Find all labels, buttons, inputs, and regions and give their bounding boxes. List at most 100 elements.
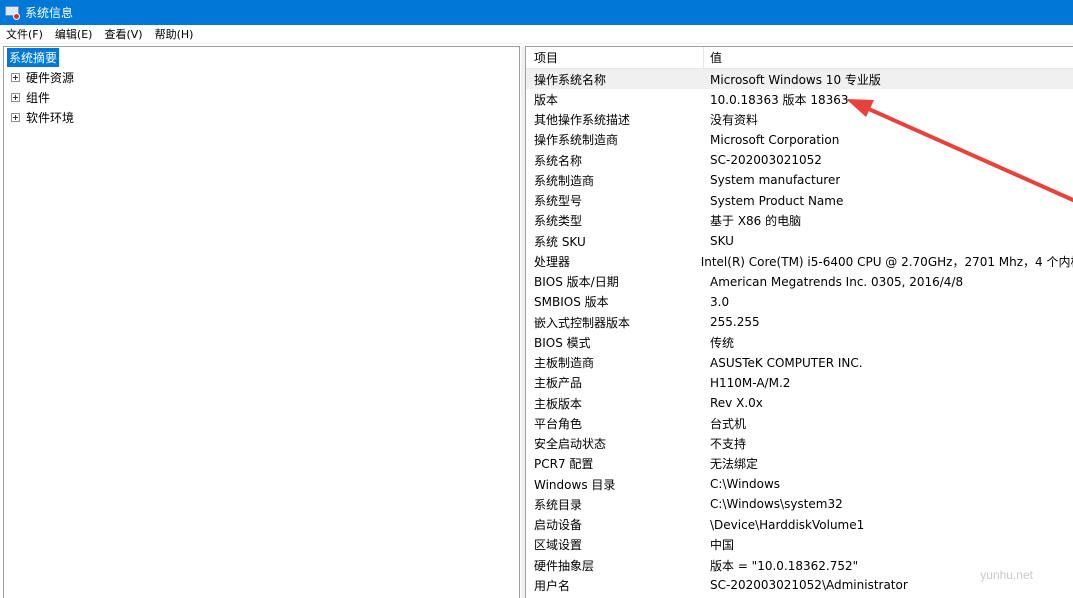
row-value: C:\Windows xyxy=(710,477,781,492)
row-item: 系统名称 xyxy=(534,153,583,168)
system-info-icon xyxy=(5,5,20,20)
table-row[interactable]: 处理器 Intel(R) Core(TM) i5-6400 CPU @ 2.70G… xyxy=(526,251,1073,271)
row-value: 没有资料 xyxy=(710,113,759,128)
row-value: H110M-A/M.2 xyxy=(710,375,791,390)
row-item: 系统 SKU xyxy=(534,234,586,249)
table-row[interactable]: 操作系统制造商 Microsoft Corporation xyxy=(526,130,1073,150)
tree-item-label: 软件环境 xyxy=(26,110,75,125)
row-value: System manufacturer xyxy=(710,173,841,188)
row-item: PCR7 配置 xyxy=(534,457,594,472)
table-row[interactable]: 系统 SKU SKU xyxy=(526,231,1073,251)
row-item: 其他操作系统描述 xyxy=(534,113,631,128)
row-value: Microsoft Corporation xyxy=(710,132,840,147)
row-item: 处理器 xyxy=(534,254,571,269)
row-item: 系统目录 xyxy=(534,497,583,512)
table-row[interactable]: 系统名称 SC-202003021052 xyxy=(526,150,1073,170)
table-row[interactable]: 系统目录 C:\Windows\system32 xyxy=(526,494,1073,514)
tree-item-hardware-resources[interactable]: 硬件资源 xyxy=(4,67,519,87)
row-item: 平台角色 xyxy=(534,416,583,431)
row-item: 硬件抽象层 xyxy=(534,558,595,573)
expand-plus-icon[interactable] xyxy=(11,112,20,122)
row-item: 系统类型 xyxy=(534,214,583,229)
row-item: BIOS 版本/日期 xyxy=(534,275,619,290)
row-item: 主板版本 xyxy=(534,396,583,411)
category-tree: 系统摘要 硬件资源 组件 软件环境 xyxy=(3,46,520,598)
row-value: SKU xyxy=(710,234,734,249)
row-item: 启动设备 xyxy=(534,518,583,533)
row-value: \Device\HarddiskVolume1 xyxy=(710,517,865,532)
row-item: 嵌入式控制器版本 xyxy=(534,315,631,330)
row-value: SC-202003021052\Administrator xyxy=(710,578,908,593)
table-row[interactable]: 区域设置 中国 xyxy=(526,535,1073,555)
menu-file[interactable]: 文件(F) xyxy=(0,26,49,42)
table-header: 项目 值 xyxy=(526,47,1073,69)
column-header-value[interactable]: 值 xyxy=(704,47,722,69)
table-row[interactable]: 系统制造商 System manufacturer xyxy=(526,170,1073,190)
row-value: 255.255 xyxy=(710,315,760,330)
row-value: ASUSTeK COMPUTER INC. xyxy=(710,355,863,370)
row-value: 中国 xyxy=(710,538,735,553)
table-row[interactable]: SMBIOS 版本 3.0 xyxy=(526,292,1073,312)
table-row[interactable]: 平台角色 台式机 xyxy=(526,413,1073,433)
row-value: 基于 X86 的电脑 xyxy=(710,214,802,229)
row-value: SC-202003021052 xyxy=(710,153,822,168)
tree-item-software-environment[interactable]: 软件环境 xyxy=(4,107,519,127)
table-row[interactable]: 启动设备 \Device\HarddiskVolume1 xyxy=(526,515,1073,535)
row-value: 10.0.18363 版本 18363 xyxy=(710,92,849,107)
expand-plus-icon[interactable] xyxy=(11,92,20,102)
row-item: 操作系统名称 xyxy=(534,72,607,87)
menu-bar: 文件(F) 编辑(E) 查看(V) 帮助(H) xyxy=(0,25,1073,44)
table-row[interactable]: 主板产品 H110M-A/M.2 xyxy=(526,373,1073,393)
menu-help[interactable]: 帮助(H) xyxy=(149,26,200,42)
table-row[interactable]: 操作系统名称 Microsoft Windows 10 专业版 xyxy=(526,69,1073,90)
table-row[interactable]: BIOS 模式 传统 xyxy=(526,332,1073,352)
menu-view[interactable]: 查看(V) xyxy=(98,26,148,42)
row-item: 版本 xyxy=(534,92,559,107)
row-value: C:\Windows\system32 xyxy=(710,497,843,512)
row-value: American Megatrends Inc. 0305, 2016/4/8 xyxy=(710,274,964,289)
table-row[interactable]: BIOS 版本/日期 American Megatrends Inc. 0305,… xyxy=(526,272,1073,292)
table-row[interactable]: 主板制造商 ASUSTeK COMPUTER INC. xyxy=(526,353,1073,373)
table-row[interactable]: 主板版本 Rev X.0x xyxy=(526,393,1073,413)
table-row[interactable]: 安全启动状态 不支持 xyxy=(526,434,1073,454)
expand-plus-icon[interactable] xyxy=(11,72,20,82)
table-row[interactable]: 嵌入式控制器版本 255.255 xyxy=(526,312,1073,332)
table-row[interactable]: 系统型号 System Product Name xyxy=(526,191,1073,211)
row-item: 操作系统制造商 xyxy=(534,133,619,148)
menu-edit[interactable]: 编辑(E) xyxy=(49,26,99,42)
row-value: Intel(R) Core(TM) i5-6400 CPU @ 2.70GHz，… xyxy=(700,254,1073,269)
tree-item-label: 硬件资源 xyxy=(26,70,75,85)
column-header-item[interactable]: 项目 xyxy=(526,47,704,69)
row-item: 主板产品 xyxy=(534,376,583,391)
table-row[interactable]: 版本 10.0.18363 版本 18363 xyxy=(526,89,1073,109)
table-row[interactable]: Windows 目录 C:\Windows xyxy=(526,474,1073,494)
details-table: 项目 值 操作系统名称 Microsoft Windows 10 专业版版本 10.… xyxy=(525,46,1073,598)
row-value: 传统 xyxy=(710,335,735,350)
watermark: yunhu.net xyxy=(980,568,1033,582)
row-item: 区域设置 xyxy=(534,538,583,553)
row-value: 版本 = "10.0.18362.752" xyxy=(710,558,859,573)
row-item: 主板制造商 xyxy=(534,356,595,371)
row-value: 台式机 xyxy=(710,416,747,431)
row-value: 3.0 xyxy=(710,294,730,309)
row-item: SMBIOS 版本 xyxy=(534,295,609,310)
row-item: 安全启动状态 xyxy=(534,437,607,452)
tree-item-label: 系统摘要 xyxy=(7,47,60,67)
tree-item-system-summary[interactable]: 系统摘要 xyxy=(4,47,519,67)
row-item: 系统制造商 xyxy=(534,173,595,188)
tree-item-label: 组件 xyxy=(26,90,51,105)
row-item: Windows 目录 xyxy=(534,477,616,492)
row-item: BIOS 模式 xyxy=(534,335,591,350)
row-item: 系统型号 xyxy=(534,194,583,209)
row-value: 不支持 xyxy=(710,437,747,452)
row-item: 用户名 xyxy=(534,578,571,593)
row-value: System Product Name xyxy=(710,193,844,208)
row-value: Microsoft Windows 10 专业版 xyxy=(710,72,881,87)
tree-item-components[interactable]: 组件 xyxy=(4,87,519,107)
table-row[interactable]: 系统类型 基于 X86 的电脑 xyxy=(526,211,1073,231)
table-row[interactable]: PCR7 配置 无法绑定 xyxy=(526,454,1073,474)
table-body: 操作系统名称 Microsoft Windows 10 专业版版本 10.0.183… xyxy=(526,69,1073,596)
table-row[interactable]: 其他操作系统描述 没有资料 xyxy=(526,110,1073,130)
window-title: 系统信息 xyxy=(25,6,74,20)
title-bar[interactable]: 系统信息 xyxy=(0,0,1073,25)
